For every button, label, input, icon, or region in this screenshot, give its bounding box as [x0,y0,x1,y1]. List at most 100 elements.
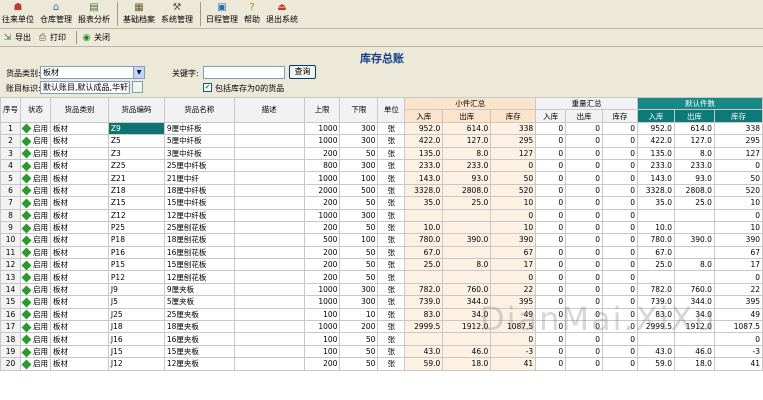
cell-d_st[interactable]: 10 [713,220,763,235]
cell-s_in[interactable]: 780.0 [404,233,444,247]
cell-w_st[interactable]: 0 [602,171,638,185]
header-lower[interactable]: 下限 [339,97,379,123]
cell-cat[interactable]: 板材 [50,270,109,284]
cell-d_in[interactable]: 10.0 [637,220,675,235]
cell-name[interactable]: 15厘刨花板 [163,258,235,272]
cell-name[interactable]: 16厘夹板 [163,332,235,346]
cell-unit[interactable]: 张 [377,183,406,198]
cell-d_st[interactable]: 338 [713,121,763,136]
cell-w_st[interactable]: 0 [602,307,638,322]
cell-d_out[interactable]: 233.0 [673,158,715,173]
cell-w_in[interactable]: 0 [535,295,567,309]
table-row[interactable]: 18 启用 板材 J16 16厘夹板 100 50 张 0 0 0 0 0 [0,332,763,346]
cell-no[interactable]: 20 [0,357,21,371]
cell-d_st[interactable]: 0 [713,270,763,284]
cell-unit[interactable]: 张 [377,220,406,235]
cell-s_in[interactable]: 10.0 [404,220,444,235]
cell-w_out[interactable]: 0 [565,171,604,185]
account-field[interactable]: 默认账目,默认成品,华轩阁 [40,81,130,94]
cell-d_in[interactable]: 67.0 [637,245,675,260]
cell-s_in[interactable]: 3328.0 [404,183,444,198]
cell-s_out[interactable]: 1912.0 [442,320,492,334]
cell-w_in[interactable]: 0 [535,146,567,160]
cell-d_out[interactable]: 344.0 [673,295,715,309]
cell-w_in[interactable]: 0 [535,245,567,260]
cell-cat[interactable]: 板材 [50,208,109,222]
cell-cat[interactable]: 板材 [50,245,109,260]
header-upper[interactable]: 上限 [303,97,341,123]
cell-s_in[interactable]: 25.0 [404,258,444,272]
cell-up[interactable]: 1000 [303,121,341,136]
cell-w_in[interactable]: 0 [535,258,567,272]
table-row[interactable]: 10 启用 板材 P18 18厘刨花板 500 100 张 780.0 390.0 390 0 0 0 78… [0,233,763,247]
cell-s_in[interactable]: 67.0 [404,245,444,260]
cell-d_st[interactable]: 10 [713,196,763,210]
cell-unit[interactable]: 张 [377,171,406,185]
cell-cat[interactable]: 板材 [50,282,109,297]
cell-d_in[interactable]: 135.0 [637,146,675,160]
menu-item-contacts[interactable]: ☗ 往来单位 [0,0,36,28]
cell-d_in[interactable]: 782.0 [637,282,675,297]
cell-d_out[interactable]: 390.0 [673,233,715,247]
cell-cat[interactable]: 板材 [50,307,109,322]
cell-w_out[interactable]: 0 [565,332,604,346]
cell-unit[interactable]: 张 [377,258,406,272]
cell-w_in[interactable]: 0 [535,307,567,322]
cell-s_in[interactable]: 143.0 [404,171,444,185]
cell-s_st[interactable]: 10 [490,220,537,235]
cell-d_out[interactable] [673,208,715,222]
cell-s_in[interactable]: 2999.5 [404,320,444,334]
cell-code[interactable]: P18 [107,233,165,247]
cell-d_st[interactable]: 50 [713,171,763,185]
cell-no[interactable]: 4 [0,158,21,173]
header-code[interactable]: 货品编码 [107,97,165,123]
cell-up[interactable]: 500 [303,233,341,247]
cell-d_in[interactable]: 739.0 [637,295,675,309]
cell-no[interactable]: 1 [0,121,21,136]
cell-w_st[interactable]: 0 [602,158,638,173]
cell-s_in[interactable]: 422.0 [404,134,444,148]
cell-state[interactable]: 启用 [20,332,51,346]
cell-d_out[interactable]: 8.0 [673,258,715,272]
cell-low[interactable]: 300 [339,208,379,222]
cell-w_out[interactable]: 0 [565,146,604,160]
cell-w_st[interactable]: 0 [602,121,638,136]
cell-w_in[interactable]: 0 [535,171,567,185]
cell-s_st[interactable]: 41 [490,357,537,371]
cell-s_in[interactable]: 43.0 [404,344,444,359]
cell-name[interactable]: 25厘刨花板 [163,220,235,235]
cell-no[interactable]: 12 [0,258,21,272]
cell-d_in[interactable]: 83.0 [637,307,675,322]
cell-state[interactable]: 启用 [20,270,51,284]
cell-d_st[interactable]: 1087.5 [713,320,763,334]
query-button[interactable]: 查询 [289,65,316,79]
cell-w_in[interactable]: 0 [535,270,567,284]
cell-w_st[interactable]: 0 [602,134,638,148]
cell-cat[interactable]: 板材 [50,344,109,359]
cell-d_st[interactable]: 395 [713,295,763,309]
header-default-in[interactable]: 入库 [637,109,675,123]
cell-name[interactable]: 18厘中纤板 [163,183,235,198]
header-default-stock[interactable]: 库存 [713,109,763,123]
cell-unit[interactable]: 张 [377,270,406,284]
cell-w_st[interactable]: 0 [602,344,638,359]
cell-d_out[interactable]: 614.0 [673,121,715,136]
cell-s_out[interactable]: 233.0 [442,158,492,173]
cell-s_in[interactable]: 952.0 [404,121,444,136]
cell-low[interactable]: 300 [339,158,379,173]
cell-code[interactable]: Z15 [107,196,165,210]
menu-item-help[interactable]: ? 帮助 [242,0,262,28]
cell-d_st[interactable]: 17 [713,258,763,272]
cell-desc[interactable] [233,258,305,272]
cell-no[interactable]: 18 [0,332,21,346]
header-weight-in[interactable]: 入库 [535,109,567,123]
cell-unit[interactable]: 张 [377,295,406,309]
cell-d_out[interactable]: 8.0 [673,146,715,160]
cell-name[interactable]: 9厘夹板 [163,282,235,297]
cell-code[interactable]: J18 [107,320,165,334]
cell-d_st[interactable]: 520 [713,183,763,198]
cell-unit[interactable]: 张 [377,233,406,247]
cell-w_in[interactable]: 0 [535,158,567,173]
cell-s_in[interactable]: 782.0 [404,282,444,297]
cell-name[interactable]: 9厘中纤板 [163,121,235,136]
